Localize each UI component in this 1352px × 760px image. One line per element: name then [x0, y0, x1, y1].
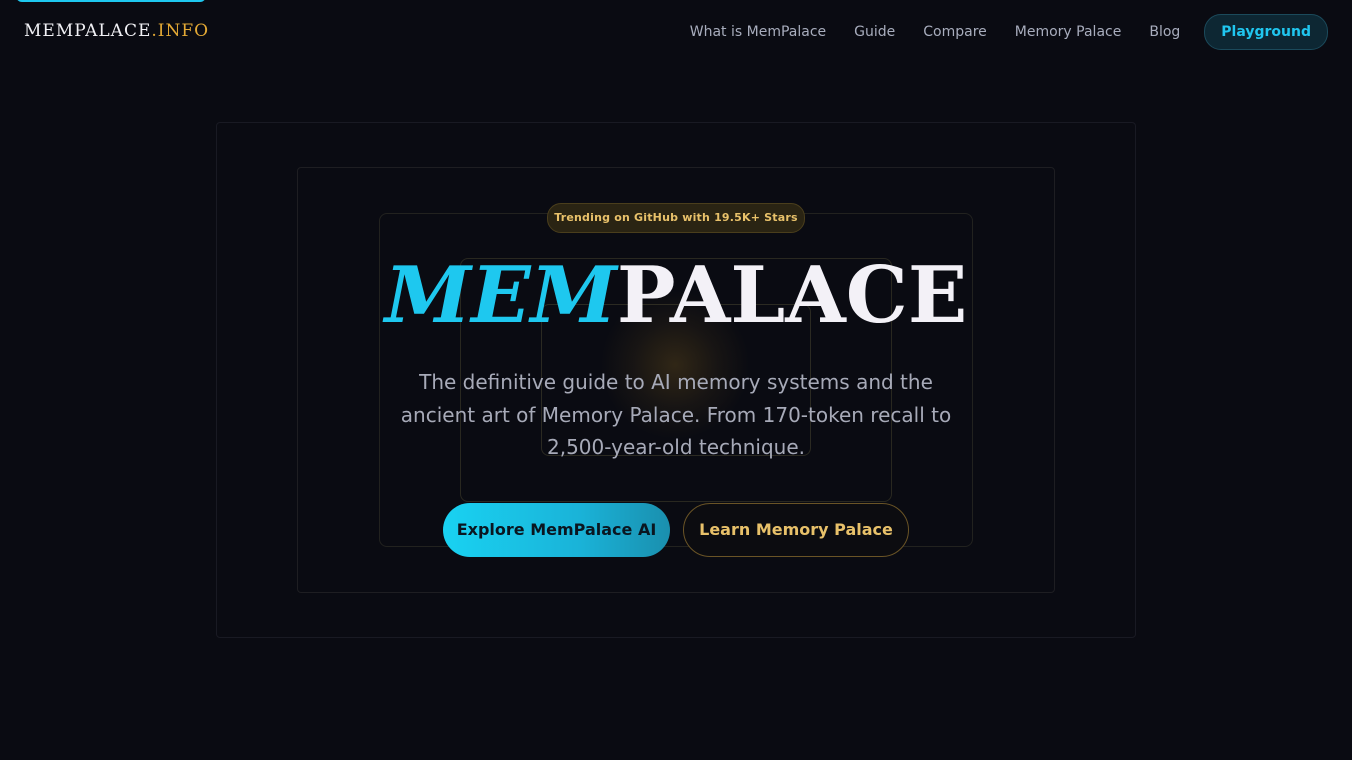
github-trending-badge: Trending on GitHub with 19.5K+ Stars — [547, 203, 805, 233]
playground-button[interactable]: Playground — [1204, 14, 1328, 50]
hero-subtitle: The definitive guide to AI memory system… — [400, 370, 952, 459]
nav-link-memory-palace[interactable]: Memory Palace — [1015, 14, 1122, 50]
main-nav: What is MemPalace Guide Compare Memory P… — [690, 14, 1328, 50]
nav-link-what-is-mempalace[interactable]: What is MemPalace — [690, 14, 826, 50]
nav-link-blog[interactable]: Blog — [1149, 14, 1180, 50]
logo-suffix: .INFO — [151, 21, 210, 41]
hero-title-mem: MEM — [384, 250, 617, 341]
logo-main: MEMPALACE — [24, 21, 152, 41]
nav-link-guide[interactable]: Guide — [854, 14, 895, 50]
learn-memory-palace-button[interactable]: Learn Memory Palace — [683, 503, 909, 557]
nav-link-compare[interactable]: Compare — [923, 14, 987, 50]
explore-mempalace-ai-button[interactable]: Explore MemPalace AI — [443, 503, 670, 557]
site-header: MEMPALACE.INFO What is MemPalace Guide C… — [0, 0, 1352, 64]
hero-title: MEMPALACE — [0, 248, 1352, 344]
site-logo[interactable]: MEMPALACE.INFO — [24, 20, 209, 42]
hero-title-palace: PALACE — [616, 250, 968, 341]
